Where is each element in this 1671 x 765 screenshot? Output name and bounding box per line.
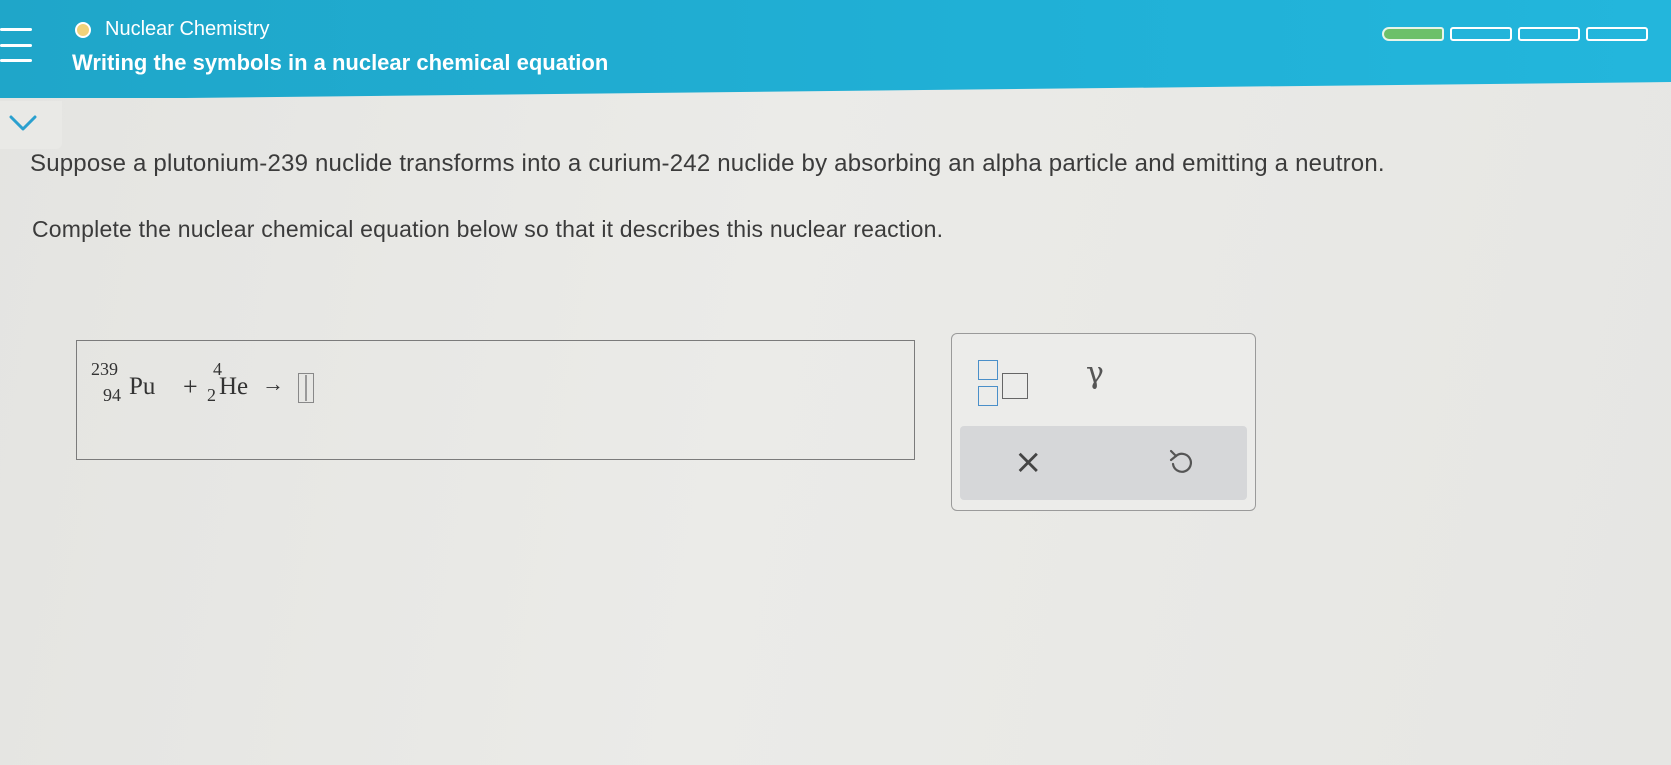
problem-text: Suppose a plutonium-239 nuclide transfor…	[30, 150, 1385, 177]
gamma-button[interactable]: γ	[1086, 356, 1104, 391]
answer-box[interactable]: 239 94 Pu + 4 2 He →	[76, 340, 915, 460]
reactant1-symbol: Pu	[129, 373, 156, 400]
nuclide-template-button[interactable]	[978, 360, 1038, 412]
reactant2-atomic-number: 2	[207, 385, 216, 405]
page-title: Writing the symbols in a nuclear chemica…	[72, 50, 609, 75]
progress-segment-1	[1382, 27, 1444, 41]
topic-label: Nuclear Chemistry	[105, 18, 270, 40]
tool-action-bar: ×	[960, 426, 1247, 500]
reaction-arrow: →	[262, 371, 284, 396]
plus-sign: +	[183, 372, 198, 401]
chevron-down-icon	[9, 115, 37, 131]
math-toolbar: γ ×	[951, 333, 1256, 511]
topic-status-icon	[75, 22, 91, 38]
progress-bar	[1382, 27, 1648, 41]
instruction-text: Complete the nuclear chemical equation b…	[32, 216, 944, 242]
reactant1-mass-number: 239	[91, 359, 118, 379]
template-symbol-box-icon	[1002, 373, 1028, 399]
reactant2-symbol: He	[219, 373, 249, 400]
progress-segment-3	[1518, 27, 1580, 41]
progress-segment-4	[1586, 27, 1648, 41]
collapse-button[interactable]	[0, 101, 62, 149]
clear-button[interactable]: ×	[1014, 442, 1043, 482]
undo-icon[interactable]	[1168, 448, 1194, 481]
menu-icon[interactable]	[0, 24, 34, 66]
reactant1-atomic-number: 94	[103, 385, 121, 405]
template-subscript-box-icon	[978, 386, 998, 406]
header-bar: Nuclear Chemistry Writing the symbols in…	[0, 0, 1671, 98]
input-cursor	[305, 375, 307, 401]
progress-segment-2	[1450, 27, 1512, 41]
template-superscript-box-icon	[978, 360, 998, 380]
